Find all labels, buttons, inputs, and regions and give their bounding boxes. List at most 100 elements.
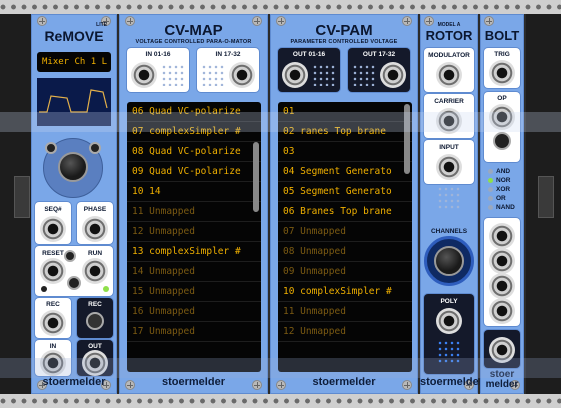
cvmap-module: CV-MAP VOLTAGE CONTROLLED PARA-O-MATOR I… (119, 14, 268, 394)
cvpam-row[interactable]: 10 complexSimpler # (278, 282, 412, 302)
rec-button[interactable] (86, 312, 104, 330)
left-module-edge (14, 176, 30, 218)
phase-input-jack[interactable] (82, 216, 108, 242)
cvpam-row[interactable]: 07 Unmapped (278, 222, 412, 242)
op-mode-led (488, 169, 493, 174)
op-mode-or: OR (488, 194, 522, 203)
cvpam-out2-label: OUT 17-32 (362, 51, 396, 58)
remove-display-text: Mixer Ch 1 L (42, 57, 108, 67)
rotor-title: ROTOR (425, 28, 473, 43)
run-input-jack[interactable] (82, 258, 108, 284)
rotor-input-label: INPUT (439, 144, 459, 151)
cvmap-in1-leds (161, 64, 185, 86)
cvpam-out1-leds (312, 64, 336, 86)
cvmap-row[interactable]: 11 Unmapped (127, 202, 261, 222)
poly-output-jack[interactable] (436, 308, 462, 334)
reset-button[interactable] (64, 250, 76, 262)
cvpam-out1-label: OUT 01-16 (292, 51, 326, 58)
poly-leds (437, 340, 461, 364)
op-mode-xor: XOR (488, 185, 522, 194)
cvpam-row[interactable]: 05 Segment Generato (278, 182, 412, 202)
cvpam-row[interactable]: 06 Branes Top brane (278, 202, 412, 222)
bolt-input-jack[interactable] (489, 248, 515, 274)
cvpam-brand: stoermelder (312, 376, 376, 388)
bolt-input-jack[interactable] (489, 223, 515, 249)
cvmap-row[interactable]: 10 14 (127, 182, 261, 202)
op-mode-label: NAND (496, 204, 515, 211)
cvpam-row[interactable]: 11 Unmapped (278, 302, 412, 322)
out-jack[interactable] (82, 350, 108, 376)
cvmap-brand: stoermelder (162, 376, 225, 388)
phase-label: PHASE (83, 206, 107, 213)
cvmap-row[interactable]: 13 complexSimpler # (127, 242, 261, 262)
cvpam-row[interactable]: 09 Unmapped (278, 262, 412, 282)
op-mode-led (488, 196, 493, 201)
right-module-edge (538, 176, 554, 218)
op-mode-nand: NAND (488, 203, 522, 212)
remove-display: Mixer Ch 1 L (37, 52, 111, 72)
cvmap-row[interactable]: 06 Quad VC-polarize (127, 102, 261, 122)
bolt-input-jack[interactable] (489, 298, 515, 324)
op-button[interactable] (493, 132, 511, 150)
cvmap-row[interactable]: 16 Unmapped (127, 302, 261, 322)
bolt-input-jack[interactable] (489, 273, 515, 299)
cvpam-row[interactable]: 08 Unmapped (278, 242, 412, 262)
cvpam-out2-leds (352, 64, 376, 86)
cvpam-row[interactable]: 03 (278, 142, 412, 162)
modulator-jack[interactable] (436, 62, 462, 88)
op-jack[interactable] (489, 104, 515, 130)
remove-module: LITE ReMOVE Mixer Ch 1 L SEQ# PHASE RESE… (31, 14, 117, 394)
cvmap-row[interactable]: 17 Unmapped (127, 322, 261, 342)
bolt-brand: stoer melder (480, 370, 524, 390)
bolt-out-jack[interactable] (489, 337, 515, 363)
op-mode-led (488, 205, 493, 210)
remove-next-button[interactable] (89, 142, 101, 154)
op-mode-led (488, 178, 493, 183)
remove-scope (37, 78, 111, 126)
run-button[interactable] (67, 276, 81, 290)
reset-led (41, 286, 47, 292)
cvmap-list[interactable]: 06 Quad VC-polarize 07 complexSimpler #08… (127, 102, 261, 372)
carrier-jack[interactable] (436, 108, 462, 134)
cvpam-out1-jack[interactable] (282, 62, 308, 88)
cvmap-in1-jack[interactable] (131, 62, 157, 88)
cvmap-in2-jack[interactable] (229, 62, 255, 88)
carrier-label: CARRIER (434, 98, 464, 105)
op-mode-label: XOR (496, 186, 511, 193)
cvpam-scrollbar[interactable] (404, 104, 410, 174)
reset-input-jack[interactable] (40, 258, 66, 284)
rec-in-label: REC (46, 301, 60, 308)
remove-main-knob[interactable] (58, 152, 88, 182)
seq-input-jack[interactable] (40, 216, 66, 242)
cvpam-out2-jack[interactable] (380, 62, 406, 88)
in-jack[interactable] (40, 350, 66, 376)
cvpam-row[interactable]: 01 (278, 102, 412, 122)
cvmap-row[interactable]: 09 Quad VC-polarize (127, 162, 261, 182)
channels-knob[interactable] (434, 246, 464, 276)
rotor-input-jack[interactable] (436, 154, 462, 180)
cvpam-list[interactable]: 01 02 ranes Top brane 03 04 Segment Generat… (278, 102, 412, 372)
cvmap-row[interactable]: 15 Unmapped (127, 282, 261, 302)
op-mode-label: NOR (496, 177, 511, 184)
trig-jack[interactable] (489, 60, 515, 86)
modulator-label: MODULATOR (428, 52, 470, 59)
cvmap-row[interactable]: 07 complexSimpler # (127, 122, 261, 142)
op-mode-label: OR (496, 195, 506, 202)
op-mode-and: AND (488, 167, 522, 176)
cvmap-in2-leds (201, 64, 225, 86)
run-label: RUN (87, 250, 103, 257)
cvmap-row[interactable]: 08 Quad VC-polarize (127, 142, 261, 162)
cvpam-row[interactable]: 12 Unmapped (278, 322, 412, 342)
rec-input-jack[interactable] (40, 310, 66, 336)
cvpam-row[interactable]: 02 ranes Top brane (278, 122, 412, 142)
cvmap-row[interactable]: 12 Unmapped (127, 222, 261, 242)
remove-brand: stoermelder (42, 376, 106, 388)
cvpam-row[interactable]: 04 Segment Generato (278, 162, 412, 182)
cvpam-title: CV-PAM (315, 22, 373, 39)
cvmap-row[interactable]: 14 Unmapped (127, 262, 261, 282)
rotor-module: MODEL A ROTOR MODULATOR CARRIER INPUT CH… (420, 14, 483, 394)
remove-prev-button[interactable] (45, 142, 57, 154)
cvmap-scrollbar[interactable] (253, 142, 259, 212)
cvpam-module: CV-PAM PARAMETER CONTROLLED VOLTAGE OUT … (270, 14, 418, 394)
cvpam-subtitle: PARAMETER CONTROLLED VOLTAGE (290, 39, 398, 45)
